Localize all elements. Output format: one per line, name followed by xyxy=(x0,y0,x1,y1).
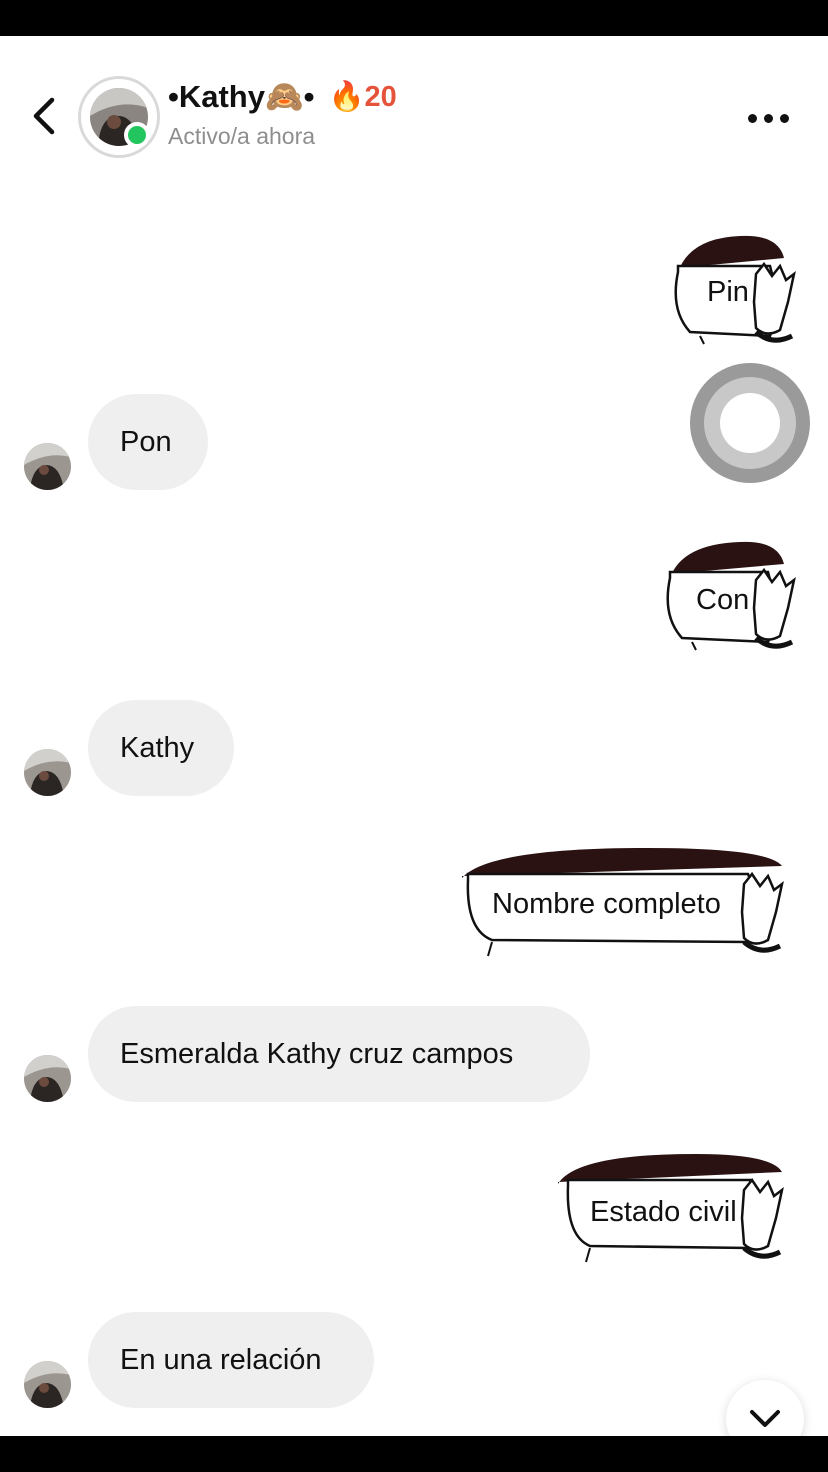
sticker-text: Estado civil xyxy=(590,1196,737,1228)
message-text: Pon xyxy=(120,425,172,458)
sticker-text: Pin xyxy=(707,276,749,308)
sticker-message[interactable]: Pin xyxy=(660,232,810,362)
chat-header: •Kathy🙈• 🔥20 Activo/a ahora xyxy=(0,36,828,186)
sticker-text: Con xyxy=(696,584,750,616)
sender-avatar[interactable] xyxy=(24,749,71,796)
more-horizontal-icon xyxy=(748,113,757,123)
message-text: En una relación xyxy=(120,1343,322,1376)
more-dot xyxy=(780,113,789,123)
message-bubble-in[interactable]: Pon xyxy=(88,394,208,490)
chevron-left-icon xyxy=(33,97,55,135)
sticker-text: Nombre completo xyxy=(492,888,721,920)
sticker-message[interactable]: Nombre completo xyxy=(448,844,810,974)
more-dot xyxy=(764,113,773,123)
contact-name-row[interactable]: •Kathy🙈• 🔥20 xyxy=(168,78,397,115)
message-bubble-in[interactable]: Esmeralda Kathy cruz campos xyxy=(88,1006,590,1102)
system-bottom-bar xyxy=(0,1436,828,1472)
assistive-touch-button[interactable] xyxy=(690,363,810,483)
chat-screen: •Kathy🙈• 🔥20 Activo/a ahora Pin Pon Con … xyxy=(0,36,828,1436)
message-bubble-in[interactable]: Kathy xyxy=(88,700,234,796)
online-dot-icon xyxy=(124,122,150,148)
scroll-to-bottom-button[interactable] xyxy=(726,1380,804,1436)
chevron-down-icon xyxy=(750,1410,780,1427)
back-button[interactable] xyxy=(28,96,60,136)
active-status: Activo/a ahora xyxy=(168,123,316,149)
message-text: Kathy xyxy=(120,731,195,764)
message-bubble-in[interactable]: En una relación xyxy=(88,1312,374,1408)
sender-avatar[interactable] xyxy=(24,1361,71,1408)
message-text: Esmeralda Kathy cruz campos xyxy=(120,1037,514,1070)
contact-name: •Kathy🙈• xyxy=(168,79,315,114)
more-options-button[interactable] xyxy=(748,108,796,128)
sticker-message[interactable]: Con xyxy=(652,538,810,668)
contact-avatar[interactable] xyxy=(78,76,160,158)
streak-count: 🔥20 xyxy=(328,80,397,113)
sender-avatar[interactable] xyxy=(24,1055,71,1102)
sticker-message[interactable]: Estado civil xyxy=(546,1150,810,1280)
sender-avatar[interactable] xyxy=(24,443,71,490)
